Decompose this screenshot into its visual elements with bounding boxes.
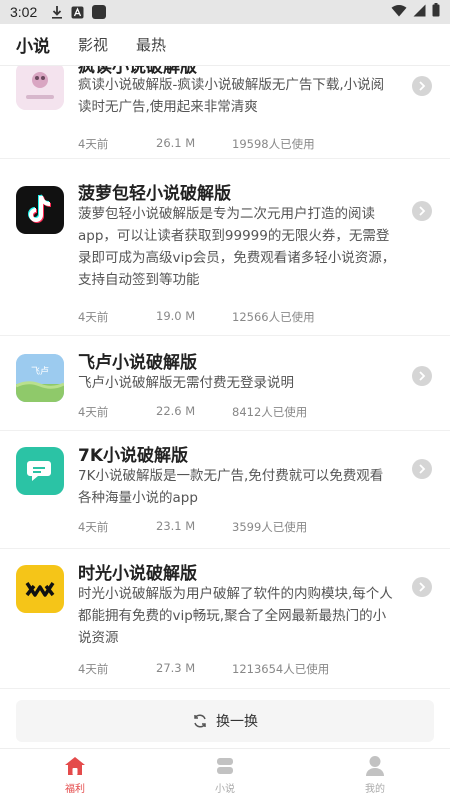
- chevron-right-icon[interactable]: [412, 366, 432, 386]
- list-item[interactable]: 飞卢 飞卢小说破解版 飞卢小说破解版无需付费无登录说明 4天前 22.6 M 8…: [0, 336, 450, 431]
- item-size: 27.3 M: [156, 661, 196, 675]
- refresh-label: 换一换: [216, 714, 258, 730]
- list-item[interactable]: 菠萝包轻小说破解版 菠萝包轻小说破解版是专为二次元用户打造的阅读app，可以让读…: [0, 159, 450, 336]
- refresh-icon: [194, 714, 206, 728]
- item-users: 1213654人已使用: [232, 662, 330, 676]
- fengdu-app-icon: [16, 66, 64, 110]
- download-icon: [51, 5, 63, 19]
- item-date: 4天前: [78, 662, 109, 676]
- item-title: 7K小说破解版: [78, 446, 189, 466]
- nav-novel[interactable]: 小说: [150, 749, 300, 800]
- a-badge-icon: [71, 6, 84, 19]
- tab-hottest[interactable]: 最热: [136, 23, 166, 65]
- nav-label: 小说: [215, 784, 235, 795]
- wifi-icon: [391, 4, 407, 21]
- item-size: 26.1 M: [156, 136, 196, 150]
- battery-icon: [432, 3, 440, 21]
- chevron-right-icon[interactable]: [412, 201, 432, 221]
- list-item[interactable]: 时光小说破解版 时光小说破解版为用户破解了软件的内购模块,每个人都能拥有免费的v…: [0, 549, 450, 689]
- item-size: 19.0 M: [156, 309, 196, 323]
- item-date: 4天前: [78, 520, 109, 534]
- item-description: 飞卢小说破解版无需付费无登录说明: [78, 375, 294, 391]
- list-item[interactable]: 7K小说破解版 7K小说破解版是一款无广告,免付费就可以免费观看各种海量小说的a…: [0, 431, 450, 549]
- item-description: 疯读小说破解版-疯读小说破解版无广告下载,小说阅读时无广告,使用起来非常清爽: [78, 77, 385, 115]
- nav-welfare[interactable]: 福利: [0, 749, 150, 800]
- person-icon: [363, 754, 387, 778]
- bottom-nav: 福利 小说 我的: [0, 748, 450, 800]
- home-icon: [63, 754, 87, 778]
- item-date: 4天前: [78, 137, 109, 151]
- item-description: 7K小说破解版是一款无广告,免付费就可以免费观看各种海量小说的app: [78, 468, 384, 506]
- nav-mine[interactable]: 我的: [300, 749, 450, 800]
- signal-icon: [413, 4, 426, 21]
- chevron-right-icon[interactable]: [412, 577, 432, 597]
- category-tabs: 小说 影视 最热: [0, 24, 450, 66]
- tab-video[interactable]: 影视: [78, 23, 108, 65]
- tab-novel[interactable]: 小说: [14, 23, 52, 65]
- feilu-app-icon: 飞卢: [16, 354, 64, 402]
- item-title: 飞卢小说破解版: [78, 353, 197, 373]
- nav-label: 福利: [65, 784, 85, 795]
- app-square-icon: [92, 5, 107, 19]
- item-description: 时光小说破解版为用户破解了软件的内购模块,每个人都能拥有免费的vip畅玩,聚合了…: [78, 586, 393, 646]
- chevron-right-icon[interactable]: [412, 459, 432, 479]
- app-list: 疯读小说破解版 疯读小说破解版-疯读小说破解版无广告下载,小说阅读时无广告,使用…: [0, 66, 450, 748]
- svg-text:飞卢: 飞卢: [31, 365, 49, 377]
- shiguang-app-icon: [16, 565, 64, 613]
- nav-label: 我的: [365, 784, 385, 795]
- item-title: 时光小说破解版: [78, 564, 197, 584]
- item-title: 菠萝包轻小说破解版: [78, 184, 231, 204]
- item-users: 3599人已使用: [232, 520, 308, 534]
- item-date: 4天前: [78, 310, 109, 324]
- tiktok-icon: [16, 186, 64, 234]
- refresh-button[interactable]: 换一换: [16, 700, 434, 742]
- 7k-app-icon: [16, 447, 64, 495]
- item-date: 4天前: [78, 405, 109, 419]
- item-size: 23.1 M: [156, 519, 196, 533]
- item-users: 19598人已使用: [232, 137, 315, 151]
- book-icon: [213, 754, 237, 778]
- status-time: 3:02: [10, 4, 38, 20]
- list-item[interactable]: 疯读小说破解版 疯读小说破解版-疯读小说破解版无广告下载,小说阅读时无广告,使用…: [0, 66, 450, 159]
- status-bar: 3:02: [0, 0, 450, 24]
- chevron-right-icon[interactable]: [412, 76, 432, 96]
- item-size: 22.6 M: [156, 404, 196, 418]
- item-description: 菠萝包轻小说破解版是专为二次元用户打造的阅读app，可以让读者获取到99999的…: [78, 206, 396, 288]
- item-users: 8412人已使用: [232, 405, 308, 419]
- item-users: 12566人已使用: [232, 310, 315, 324]
